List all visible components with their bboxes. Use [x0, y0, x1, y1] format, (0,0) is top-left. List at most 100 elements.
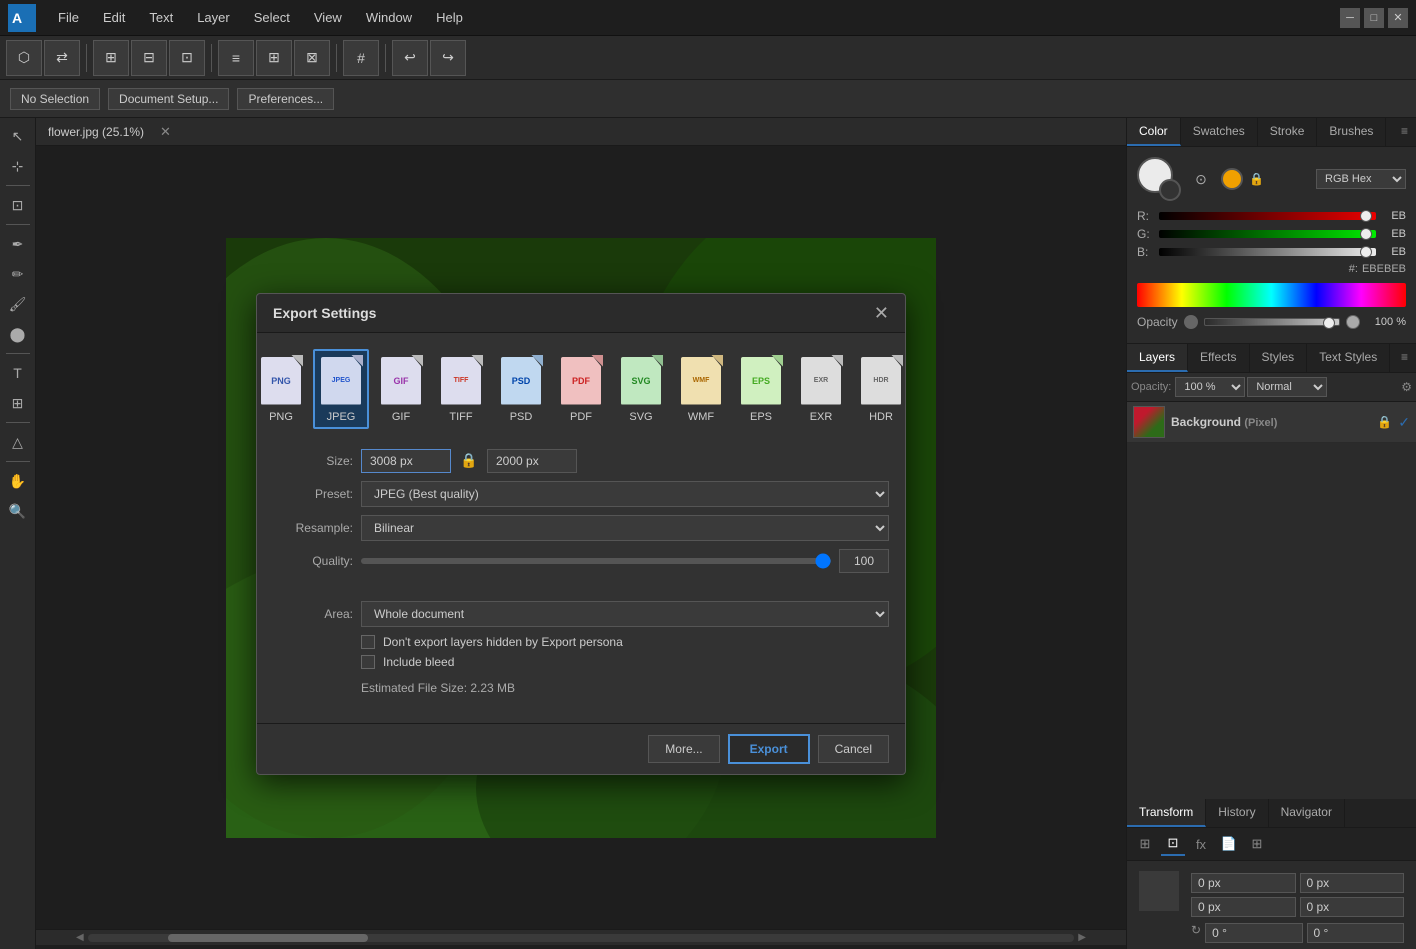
- tab-history[interactable]: History: [1206, 799, 1268, 827]
- guides-button[interactable]: ⊟: [131, 40, 167, 76]
- no-hidden-checkbox[interactable]: [361, 635, 375, 649]
- format-tiff[interactable]: TIFF TIFF: [433, 349, 489, 429]
- maximize-button[interactable]: □: [1364, 8, 1384, 28]
- area-select[interactable]: Whole document: [361, 601, 889, 627]
- format-wmf[interactable]: WMF WMF: [673, 349, 729, 429]
- share-button[interactable]: ⇄: [44, 40, 80, 76]
- quality-slider[interactable]: [361, 558, 831, 564]
- g-thumb[interactable]: [1360, 228, 1372, 240]
- snap-button[interactable]: #: [343, 40, 379, 76]
- color-swatch-orange[interactable]: [1221, 168, 1243, 190]
- studio-button[interactable]: ⬡: [6, 40, 42, 76]
- doc-icon[interactable]: 📄: [1217, 832, 1241, 856]
- tab-swatches[interactable]: Swatches: [1181, 118, 1258, 146]
- pointer-tool[interactable]: ↖: [4, 122, 32, 150]
- align-button[interactable]: ≡: [218, 40, 254, 76]
- pencil-tool[interactable]: ✏: [4, 260, 32, 288]
- background-color[interactable]: [1159, 179, 1181, 201]
- color-mode-select[interactable]: RGB Hex: [1316, 169, 1406, 189]
- format-jpeg[interactable]: JPEG JPEG: [313, 349, 369, 429]
- tab-layers[interactable]: Layers: [1127, 344, 1188, 372]
- layer-row-background[interactable]: Background (Pixel) 🔒 ✓: [1127, 402, 1416, 443]
- grid-icon-2[interactable]: ⊞: [1245, 832, 1269, 856]
- node-tool[interactable]: ⊹: [4, 152, 32, 180]
- frame-text-tool[interactable]: ⊞: [4, 389, 32, 417]
- distribute-button[interactable]: ⊞: [256, 40, 292, 76]
- text-tool[interactable]: T: [4, 359, 32, 387]
- tab-styles[interactable]: Styles: [1250, 344, 1308, 372]
- rotation-input[interactable]: [1205, 923, 1302, 943]
- format-eps[interactable]: EPS EPS: [733, 349, 789, 429]
- format-svg[interactable]: SVG SVG: [613, 349, 669, 429]
- pen-tool[interactable]: ✒: [4, 230, 32, 258]
- format-pdf[interactable]: PDF PDF: [553, 349, 609, 429]
- opacity-slider[interactable]: [1204, 318, 1340, 326]
- menu-edit[interactable]: Edit: [93, 6, 135, 29]
- include-bleed-checkbox[interactable]: [361, 655, 375, 669]
- brush-tool[interactable]: 🖌: [4, 290, 32, 318]
- preset-select[interactable]: JPEG (Best quality): [361, 481, 889, 507]
- tab-text-styles[interactable]: Text Styles: [1307, 344, 1390, 372]
- layer-opacity-select[interactable]: 100 %: [1175, 377, 1245, 397]
- minimize-button[interactable]: ─: [1340, 8, 1360, 28]
- r-slider[interactable]: [1159, 212, 1376, 220]
- layer-visible-check[interactable]: ✓: [1398, 414, 1410, 431]
- dialog-close-button[interactable]: ✕: [874, 304, 889, 322]
- transform-icon[interactable]: ⊡: [1161, 832, 1185, 856]
- crop-tool[interactable]: ⊡: [4, 191, 32, 219]
- menu-help[interactable]: Help: [426, 6, 473, 29]
- b-slider[interactable]: [1159, 248, 1376, 256]
- skew-input[interactable]: [1307, 923, 1404, 943]
- menu-window[interactable]: Window: [356, 6, 422, 29]
- tab-stroke[interactable]: Stroke: [1258, 118, 1318, 146]
- tab-navigator[interactable]: Navigator: [1269, 799, 1345, 827]
- format-png[interactable]: PNG PNG: [253, 349, 309, 429]
- menu-layer[interactable]: Layer: [187, 6, 240, 29]
- shape-tool[interactable]: △: [4, 428, 32, 456]
- format-hdr[interactable]: HDR HDR: [853, 349, 909, 429]
- b-thumb[interactable]: [1360, 246, 1372, 258]
- grid-button[interactable]: ⊞: [93, 40, 129, 76]
- order-button[interactable]: ⊠: [294, 40, 330, 76]
- height-input[interactable]: [487, 449, 577, 473]
- opacity-thumb[interactable]: [1323, 317, 1335, 329]
- w-input[interactable]: [1191, 897, 1296, 917]
- format-gif[interactable]: GIF GIF: [373, 349, 429, 429]
- document-setup-button[interactable]: Document Setup...: [108, 88, 229, 110]
- layer-lock-icon[interactable]: 🔒: [1377, 415, 1392, 429]
- width-input[interactable]: [361, 449, 451, 473]
- panel-expand-layers[interactable]: ≡: [1393, 344, 1416, 372]
- menu-text[interactable]: Text: [139, 6, 183, 29]
- y-input[interactable]: [1300, 873, 1405, 893]
- lock-chain-icon[interactable]: 🔒: [459, 451, 479, 471]
- cancel-button[interactable]: Cancel: [818, 735, 889, 763]
- zoom-tool[interactable]: 🔍: [4, 497, 32, 525]
- more-button[interactable]: More...: [648, 735, 719, 763]
- menu-file[interactable]: File: [48, 6, 89, 29]
- transform-button[interactable]: ⊡: [169, 40, 205, 76]
- blend-mode-select[interactable]: Normal: [1247, 377, 1327, 397]
- r-thumb[interactable]: [1360, 210, 1372, 222]
- close-button[interactable]: ✕: [1388, 8, 1408, 28]
- undo-button[interactable]: ↩: [392, 40, 428, 76]
- quality-value-input[interactable]: [839, 549, 889, 573]
- tab-effects[interactable]: Effects: [1188, 344, 1249, 372]
- layers-icon[interactable]: ⊞: [1133, 832, 1157, 856]
- tab-transform[interactable]: Transform: [1127, 799, 1206, 827]
- hand-tool[interactable]: ✋: [4, 467, 32, 495]
- dropper-tool[interactable]: ⊙: [1187, 165, 1215, 193]
- paint-tool[interactable]: ⬤: [4, 320, 32, 348]
- preferences-button[interactable]: Preferences...: [237, 88, 334, 110]
- resample-select[interactable]: Bilinear: [361, 515, 889, 541]
- panel-expand-color[interactable]: ≡: [1393, 118, 1416, 146]
- color-spectrum[interactable]: [1137, 283, 1406, 307]
- tab-brushes[interactable]: Brushes: [1317, 118, 1386, 146]
- fx-icon[interactable]: fx: [1189, 832, 1213, 856]
- h-input[interactable]: [1300, 897, 1405, 917]
- export-button[interactable]: Export: [728, 734, 810, 764]
- x-input[interactable]: [1191, 873, 1296, 893]
- redo-button[interactable]: ↪: [430, 40, 466, 76]
- g-slider[interactable]: [1159, 230, 1376, 238]
- layers-gear-icon[interactable]: ⚙: [1401, 380, 1412, 394]
- format-exr[interactable]: EXR EXR: [793, 349, 849, 429]
